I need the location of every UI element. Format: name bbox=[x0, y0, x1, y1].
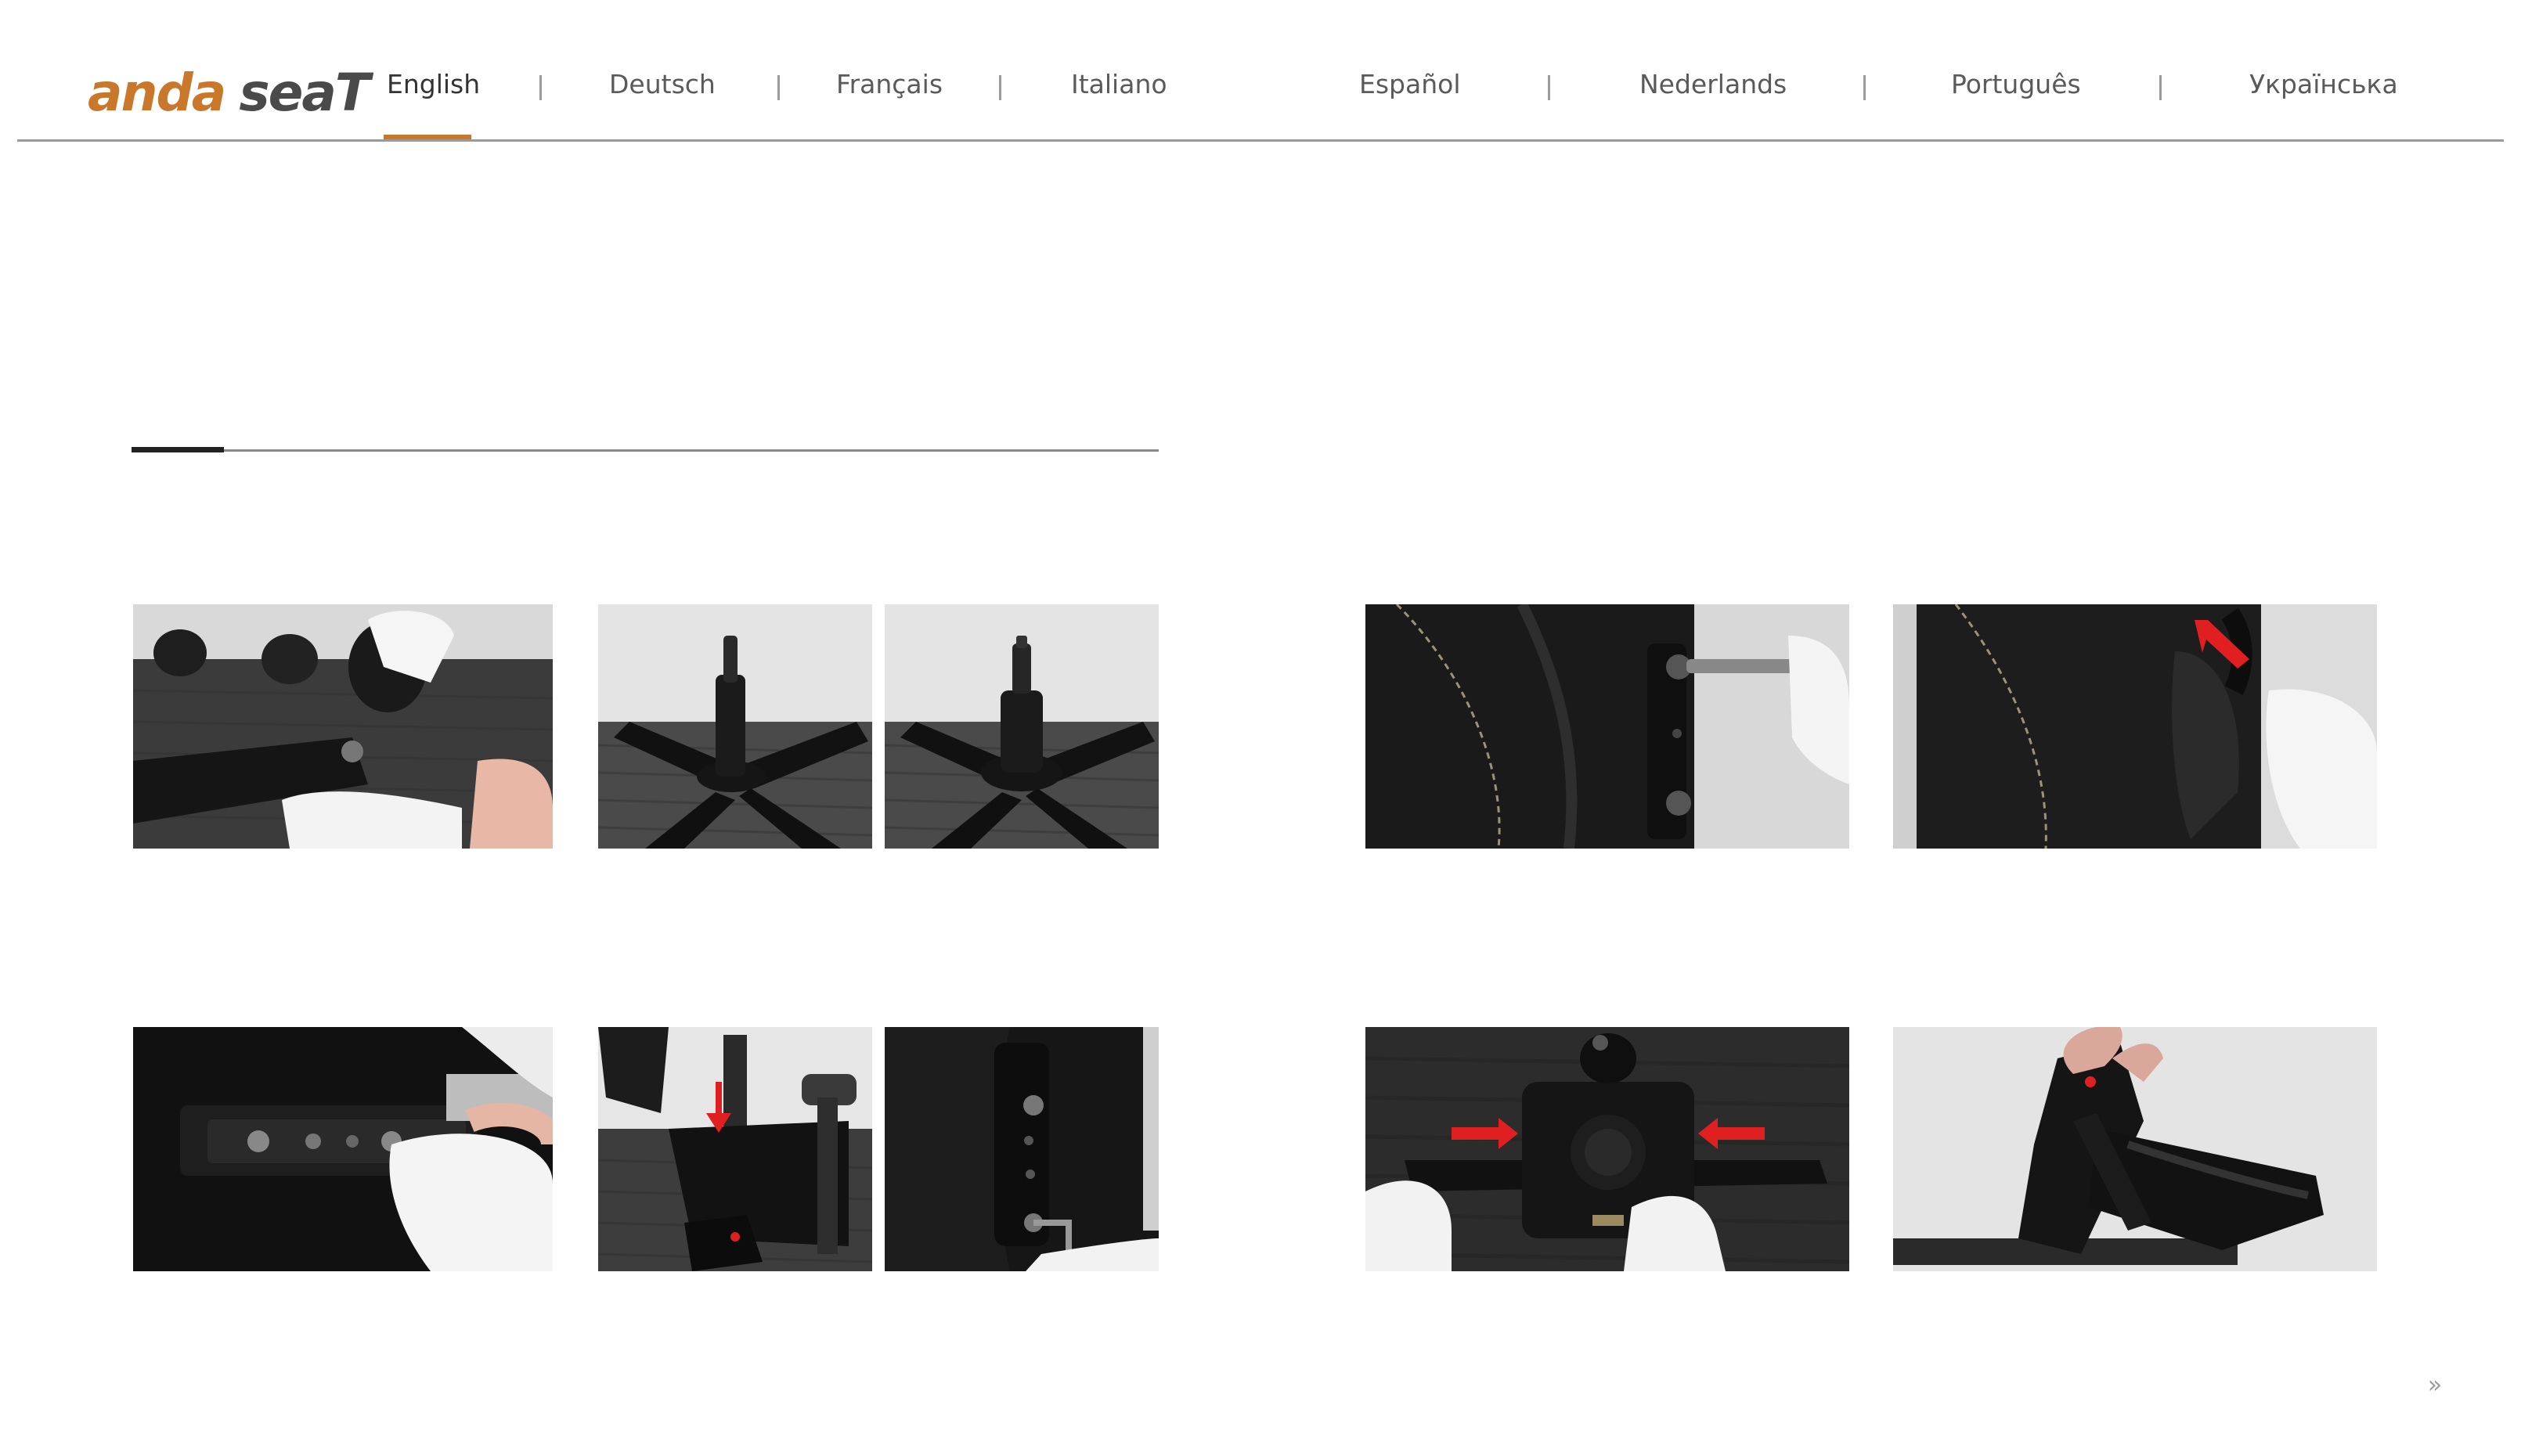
lang-english[interactable]: English bbox=[387, 69, 480, 99]
lang-espanol[interactable]: Español bbox=[1359, 69, 1461, 99]
photo-base-step-b bbox=[885, 604, 1159, 849]
photo-armrest-mount-b bbox=[885, 1027, 1159, 1271]
photo-seat-plate bbox=[133, 1027, 553, 1271]
brand-logo[interactable]: anda seaT bbox=[88, 63, 370, 123]
photo-caster-insert bbox=[133, 604, 553, 849]
progress-fill bbox=[132, 447, 224, 452]
lang-italiano[interactable]: Italiano bbox=[1071, 69, 1167, 99]
lang-francais[interactable]: Français bbox=[836, 69, 943, 99]
photo-mechanism bbox=[1365, 1027, 1849, 1271]
nav-separator bbox=[1548, 75, 1550, 100]
header-divider bbox=[17, 139, 2504, 142]
nav-separator bbox=[999, 75, 1001, 100]
lang-deutsch[interactable]: Deutsch bbox=[609, 69, 716, 99]
progress-track bbox=[132, 449, 1159, 452]
lang-portugues[interactable]: Português bbox=[1951, 69, 2081, 99]
photo-backrest-screw bbox=[1365, 604, 1849, 849]
double-chevron-right-icon[interactable]: » bbox=[2419, 1371, 2451, 1400]
logo-word-seat: seaT bbox=[239, 63, 370, 123]
nav-separator bbox=[2159, 75, 2162, 100]
top-navigation: anda seaT English Deutsch Français Itali… bbox=[0, 0, 2521, 142]
photo-backrest-cover bbox=[1893, 604, 2377, 849]
logo-word-anda: anda bbox=[88, 63, 226, 123]
nav-separator bbox=[777, 75, 780, 100]
nav-separator bbox=[1863, 75, 1866, 100]
lang-nederlands[interactable]: Nederlands bbox=[1639, 69, 1787, 99]
photo-armrest-mount-a bbox=[598, 1027, 872, 1271]
photo-base-step-a bbox=[598, 604, 872, 849]
nav-separator bbox=[539, 75, 542, 100]
lang-ukrainian[interactable]: Українська bbox=[2249, 69, 2398, 99]
photo-back-attach bbox=[1893, 1027, 2377, 1271]
